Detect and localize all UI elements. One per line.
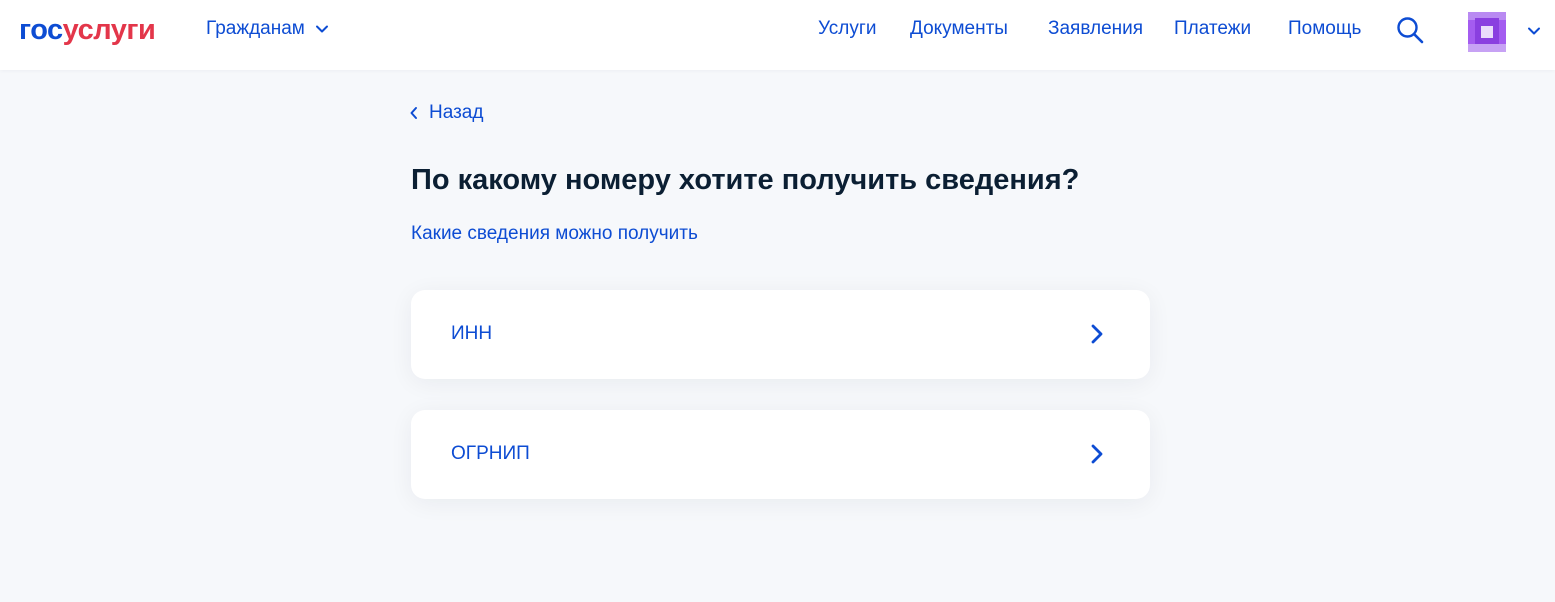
page-title: По какому номеру хотите получить сведени… [411, 164, 1080, 196]
gosuslugi-logo[interactable]: госуслуги [19, 13, 156, 47]
nav-item-payments[interactable]: Платежи [1174, 17, 1251, 41]
option-ogrnip[interactable]: ОГРНИП [411, 410, 1150, 499]
nav-item-services[interactable]: Услуги [818, 17, 876, 41]
top-header: госуслуги Гражданам Услуги Документы Зая… [0, 0, 1555, 70]
option-label: ОГРНИП [451, 443, 530, 464]
logo-part-gos: гос [19, 14, 63, 46]
user-avatar[interactable] [1468, 6, 1506, 52]
nav-item-applications[interactable]: Заявления [1048, 17, 1143, 41]
nav-item-documents[interactable]: Документы [910, 17, 1008, 41]
logo-part-uslugi: услуги [62, 14, 156, 46]
chevron-down-icon [1528, 27, 1540, 35]
search-icon [1397, 17, 1424, 44]
chevron-down-icon [315, 25, 328, 33]
info-link[interactable]: Какие сведения можно получить [411, 222, 698, 246]
nav-item-help[interactable]: Помощь [1288, 17, 1361, 41]
search-button[interactable] [1396, 16, 1424, 44]
avatar-block-center [1481, 26, 1493, 38]
chevron-right-icon [1091, 444, 1103, 464]
avatar-block-bottom [1468, 44, 1506, 52]
audience-label: Гражданам [206, 18, 305, 39]
option-inn[interactable]: ИНН [411, 290, 1150, 379]
option-label: ИНН [451, 323, 493, 344]
back-link[interactable]: Назад [409, 101, 483, 125]
chevron-right-icon [1091, 324, 1103, 344]
audience-selector[interactable]: Гражданам [206, 17, 329, 41]
back-label: Назад [429, 102, 484, 123]
chevron-left-icon [410, 107, 417, 119]
profile-menu-button[interactable] [1527, 24, 1541, 38]
